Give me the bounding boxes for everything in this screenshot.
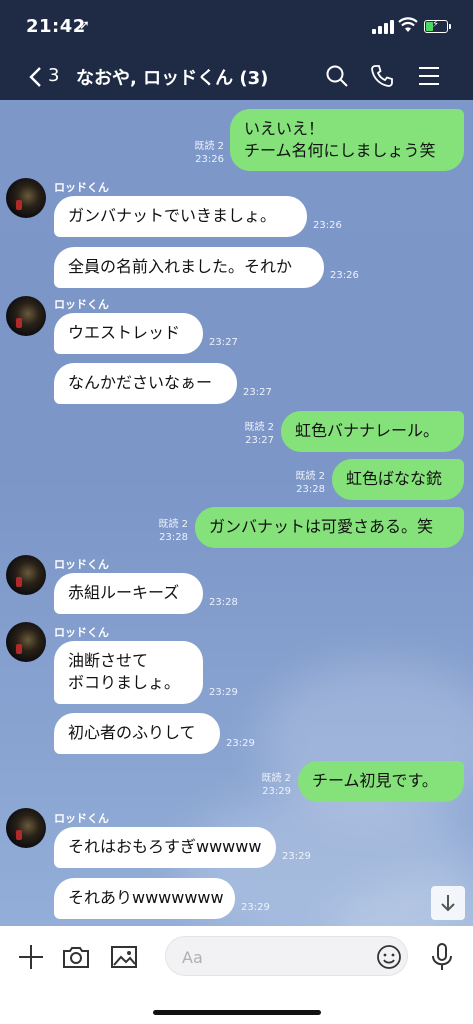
their-message-bubble[interactable]: それはおもろすぎwwwww: [54, 827, 276, 868]
search-icon[interactable]: [325, 64, 349, 88]
read-receipt: 既読 2: [295, 471, 325, 482]
message-time: 23:28: [296, 484, 325, 495]
chat-header: 3 なおや, ロッドくん (3): [0, 52, 473, 100]
message-time: 23:27: [245, 435, 274, 446]
phone-icon[interactable]: [370, 64, 394, 88]
sender-name: ロッドくん: [54, 181, 109, 194]
message-time: 23:29: [282, 851, 311, 862]
message-time: 23:29: [241, 902, 270, 913]
read-receipt: 既読 2: [244, 422, 274, 433]
message-time: 23:26: [195, 154, 224, 165]
sender-name: ロッドくん: [54, 558, 109, 571]
plus-icon[interactable]: [16, 942, 46, 972]
avatar[interactable]: [6, 622, 46, 662]
message-time: 23:29: [209, 687, 238, 698]
home-indicator: [153, 1010, 321, 1015]
sender-name: ロッドくん: [54, 626, 109, 639]
location-arrow-icon: ➚: [79, 18, 90, 33]
camera-icon[interactable]: [61, 942, 91, 972]
unread-count: 3: [48, 65, 60, 86]
read-receipt: 既読 2: [158, 519, 188, 530]
message-meta: 既読 2 23:28: [140, 518, 188, 544]
their-message-bubble[interactable]: 全員の名前入れました。それか: [54, 247, 324, 288]
their-message-bubble[interactable]: 赤組ルーキーズ: [54, 573, 203, 614]
arrow-down-icon: [441, 895, 455, 912]
read-receipt: 既読 2: [194, 141, 224, 152]
their-message-bubble[interactable]: 油断させて ボコりましょ。: [54, 641, 203, 704]
message-time: 23:26: [330, 270, 359, 281]
message-time: 23:26: [313, 220, 342, 231]
cellular-signal-icon: [372, 20, 394, 34]
my-message-bubble[interactable]: いえいえ！ チーム名何にしましょう笑: [230, 109, 464, 171]
their-message-bubble[interactable]: ガンバナットでいきましょ。: [54, 196, 307, 237]
my-message-bubble[interactable]: 虹色ばなな銃: [332, 459, 464, 500]
avatar[interactable]: [6, 555, 46, 595]
sender-name: ロッドくん: [54, 298, 109, 311]
image-icon[interactable]: [109, 942, 139, 972]
message-time: 23:28: [159, 532, 188, 543]
chat-area[interactable]: 既読 2 23:26 いえいえ！ チーム名何にしましょう笑 ロッドくん ガンバナ…: [0, 100, 473, 926]
status-time: 21:42: [26, 16, 86, 37]
message-meta: 既読 2 23:27: [226, 421, 274, 447]
their-message-bubble[interactable]: 初心者のふりして: [54, 713, 220, 754]
message-input-bar: [0, 926, 473, 1024]
battery-icon: ⚡: [424, 19, 451, 33]
avatar[interactable]: [6, 808, 46, 848]
read-receipt: 既読 2: [261, 773, 291, 784]
their-message-bubble[interactable]: ウエストレッド: [54, 313, 203, 354]
message-meta: 既読 2 23:28: [277, 470, 325, 496]
avatar[interactable]: [6, 178, 46, 218]
my-message-bubble[interactable]: チーム初見です。: [298, 761, 464, 802]
message-input-field[interactable]: [165, 936, 408, 976]
menu-icon[interactable]: [417, 64, 441, 88]
status-bar: 21:42 ➚ ⚡: [0, 0, 473, 52]
back-button[interactable]: 3: [28, 64, 68, 90]
message-time: 23:27: [243, 387, 272, 398]
chat-title: なおや, ロッドくん (3): [76, 68, 269, 89]
their-message-bubble[interactable]: なんかださいなぁー: [54, 363, 237, 404]
scroll-to-bottom-button[interactable]: [431, 886, 465, 920]
message-meta: 既読 2 23:26: [176, 140, 224, 166]
emoji-icon[interactable]: [376, 944, 402, 970]
my-message-bubble[interactable]: 虹色バナナレール。: [281, 411, 464, 452]
their-message-bubble[interactable]: それありwwwwwww: [54, 878, 235, 919]
my-message-bubble[interactable]: ガンバナットは可愛さある。笑: [195, 507, 464, 548]
avatar[interactable]: [6, 296, 46, 336]
message-time: 23:27: [209, 337, 238, 348]
microphone-icon[interactable]: [427, 942, 457, 972]
wifi-icon: [398, 17, 418, 32]
chevron-left-icon: [29, 67, 41, 87]
message-time: 23:29: [262, 786, 291, 797]
sender-name: ロッドくん: [54, 812, 109, 825]
message-time: 23:28: [209, 597, 238, 608]
message-meta: 既読 2 23:29: [243, 772, 291, 798]
message-time: 23:29: [226, 738, 255, 749]
message-input[interactable]: [180, 945, 364, 969]
